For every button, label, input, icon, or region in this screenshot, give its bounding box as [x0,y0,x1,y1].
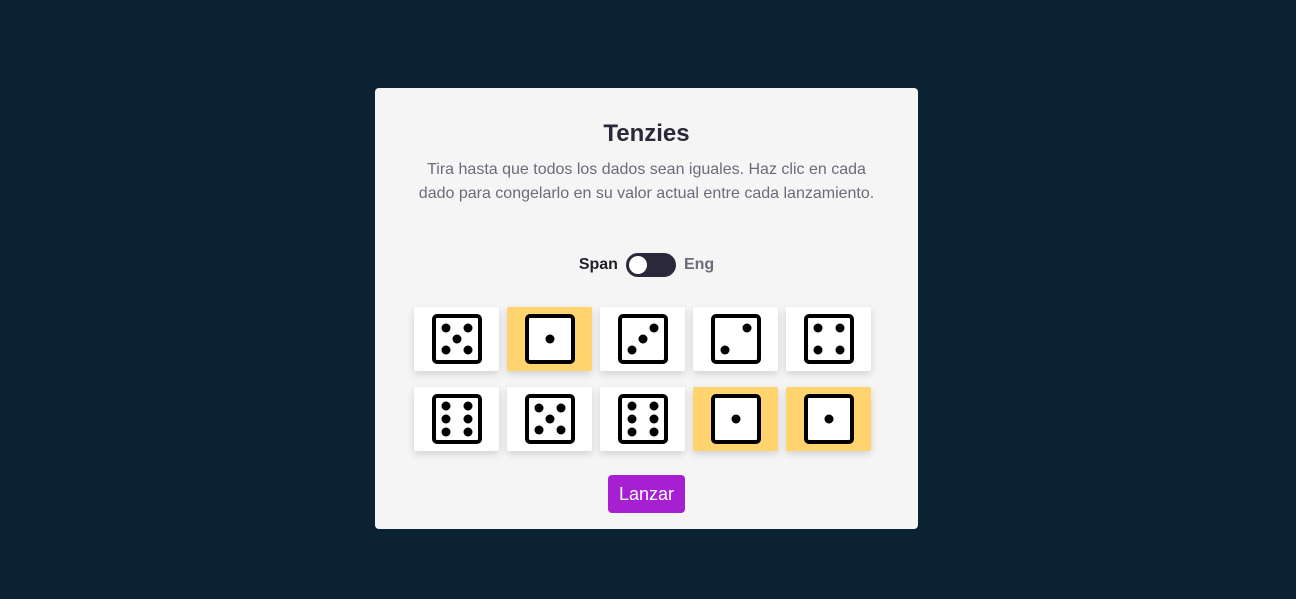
die-face-icon [617,314,668,364]
die-face-icon [803,314,854,364]
die-pip [835,345,844,355]
die-face-icon [710,394,761,444]
die-pip [649,323,658,333]
die-8[interactable] [600,387,685,451]
tenzies-card: Tenzies Tira hasta que todos los dados s… [375,88,918,529]
die-pip [824,414,833,424]
die-pip [649,414,658,424]
die-outline [710,314,761,364]
die-2[interactable] [507,307,592,371]
language-span-label: Span [578,256,618,273]
die-outline [803,314,854,364]
language-toggle: Span Eng [375,253,918,277]
die-3[interactable] [600,307,685,371]
page-title: Tenzies [603,120,690,147]
die-pip [441,323,450,333]
die-10[interactable] [786,387,871,451]
die-pip [545,414,554,424]
die-pip [441,401,450,411]
die-pip [627,345,636,355]
die-face-icon [803,394,854,444]
die-pip [638,334,647,344]
die-face-icon [431,314,482,364]
die-pip [813,323,822,333]
die-pip [649,427,658,437]
die-face-icon [617,394,668,444]
die-pip [627,401,636,411]
language-switch[interactable] [625,253,676,277]
die-pip [441,345,450,355]
die-5[interactable] [786,307,871,371]
die-pip [627,414,636,424]
dice-grid [414,307,871,451]
roll-button[interactable]: Lanzar [608,475,685,513]
die-pip [731,414,740,424]
die-pip [463,401,472,411]
die-pip [545,334,554,344]
die-face-icon [431,394,482,444]
die-9[interactable] [693,387,778,451]
die-pip [463,323,472,333]
die-pip [556,403,565,413]
die-pip [835,323,844,333]
die-7[interactable] [507,387,592,451]
die-pip [463,414,472,424]
die-pip [441,414,450,424]
die-pip [452,334,461,344]
die-pip [556,425,565,435]
die-6[interactable] [414,387,499,451]
die-pip [720,345,729,355]
die-face-icon [524,314,575,364]
die-pip [534,425,543,435]
die-pip [649,401,658,411]
die-outline [431,394,482,444]
die-pip [463,345,472,355]
die-pip [534,403,543,413]
die-outline [617,394,668,444]
die-4[interactable] [693,307,778,371]
die-pip [742,323,751,333]
die-pip [813,345,822,355]
die-face-icon [710,314,761,364]
language-switch-knob [628,256,647,274]
die-face-icon [524,394,575,444]
language-eng-label: Eng [683,256,715,273]
die-pip [463,427,472,437]
die-pip [627,427,636,437]
die-1[interactable] [414,307,499,371]
die-pip [441,427,450,437]
instructions-text: Tira hasta que todos los dados sean igua… [418,161,875,202]
